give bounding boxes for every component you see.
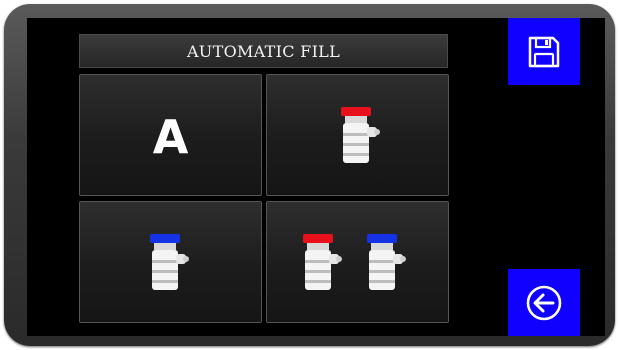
save-button[interactable]: [508, 18, 580, 85]
mode-low-side-button[interactable]: [79, 201, 262, 323]
page-title: AUTOMATIC FILL: [79, 34, 448, 68]
mode-automatic-label: A: [152, 110, 189, 164]
blue-coupler-icon: [367, 234, 406, 290]
floppy-disk-icon: [528, 36, 560, 67]
back-button[interactable]: [508, 269, 580, 336]
back-arrow-icon: [526, 285, 562, 320]
touch-screen: AUTOMATIC FILL A: [27, 18, 605, 336]
mode-both-sides-button[interactable]: [266, 201, 449, 323]
blue-coupler-icon: [150, 234, 189, 290]
red-coupler-icon: [341, 107, 380, 163]
mode-automatic-button[interactable]: A: [79, 74, 262, 196]
mode-high-side-button[interactable]: [266, 74, 449, 196]
red-coupler-icon: [303, 234, 342, 290]
